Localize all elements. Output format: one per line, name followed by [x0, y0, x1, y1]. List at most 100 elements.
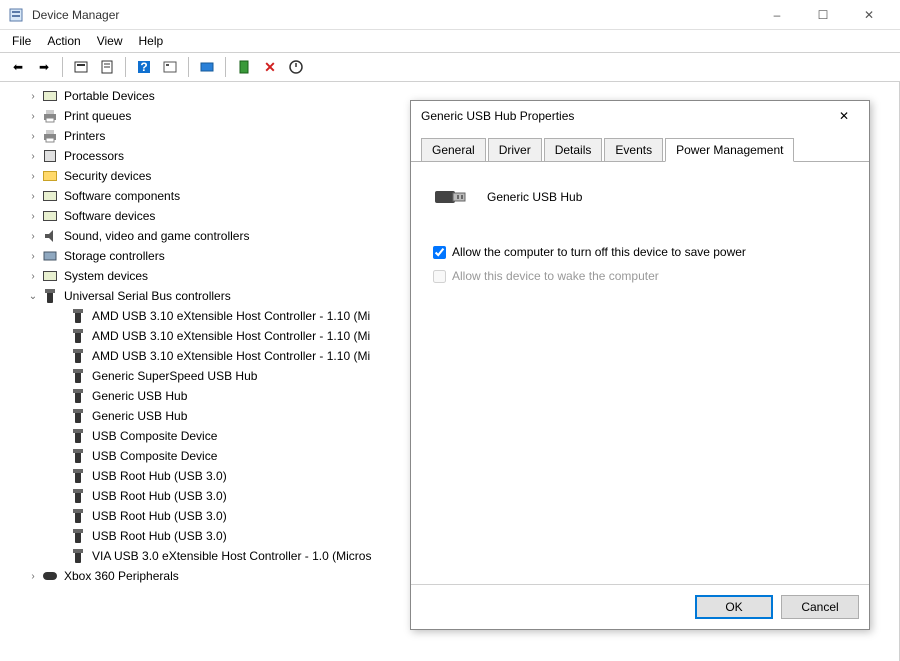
scan-hardware-button[interactable] [195, 55, 219, 79]
expander-icon [54, 469, 68, 483]
dialog-close-button[interactable]: ✕ [829, 101, 859, 131]
usb-icon [70, 428, 86, 444]
tree-item-label: Xbox 360 Peripherals [64, 569, 179, 583]
usb-icon [70, 348, 86, 364]
expander-icon [54, 509, 68, 523]
tree-item-label: AMD USB 3.10 eXtensible Host Controller … [92, 349, 370, 363]
expander-icon[interactable]: › [26, 249, 40, 263]
toolbar-separator [62, 57, 63, 77]
tree-item-label: Generic USB Hub [92, 389, 187, 403]
back-arrow-icon: ⬅ [13, 60, 23, 74]
uninstall-button[interactable]: ✕ [258, 55, 282, 79]
expander-icon[interactable]: › [26, 129, 40, 143]
close-icon: ✕ [839, 109, 849, 123]
usb-icon [70, 368, 86, 384]
checkbox-allow-wake [433, 270, 446, 283]
forward-button[interactable]: ➡ [32, 55, 56, 79]
tree-item-label: USB Root Hub (USB 3.0) [92, 509, 227, 523]
close-icon: ✕ [864, 8, 874, 22]
menu-file[interactable]: File [4, 32, 39, 50]
minimize-button[interactable]: – [754, 0, 800, 30]
action-button[interactable] [158, 55, 182, 79]
dialog-buttons: OK Cancel [411, 584, 869, 629]
tab-details[interactable]: Details [544, 138, 603, 162]
uninstall-x-icon: ✕ [264, 59, 276, 76]
expander-icon [54, 329, 68, 343]
update-driver-button[interactable] [232, 55, 256, 79]
checkbox-allow-wake-label: Allow this device to wake the computer [452, 269, 659, 283]
usb-icon [70, 388, 86, 404]
maximize-button[interactable]: ☐ [800, 0, 846, 30]
menu-help[interactable]: Help [131, 32, 172, 50]
device-name-label: Generic USB Hub [487, 190, 582, 204]
tab-power-management[interactable]: Power Management [665, 138, 794, 162]
tree-item-label: AMD USB 3.10 eXtensible Host Controller … [92, 329, 370, 343]
expander-icon[interactable]: › [26, 149, 40, 163]
usb-icon [70, 548, 86, 564]
expander-icon[interactable]: › [26, 89, 40, 103]
usb-icon [70, 448, 86, 464]
tree-item-label: Printers [64, 129, 105, 143]
device-icon [42, 88, 58, 104]
tree-item-label: Security devices [64, 169, 151, 183]
toolbar-separator [188, 57, 189, 77]
tree-item-label: Universal Serial Bus controllers [64, 289, 231, 303]
usb-icon [70, 528, 86, 544]
tree-item-label: USB Root Hub (USB 3.0) [92, 469, 227, 483]
expander-icon [54, 309, 68, 323]
svg-text:?: ? [140, 60, 147, 74]
tree-item-label: Generic USB Hub [92, 409, 187, 423]
device-icon [42, 188, 58, 204]
expander-icon[interactable]: › [26, 209, 40, 223]
checkbox-allow-turnoff[interactable] [433, 246, 446, 259]
expander-icon[interactable]: ⌄ [26, 289, 40, 303]
tree-item-label: Storage controllers [64, 249, 165, 263]
expander-icon[interactable]: › [26, 169, 40, 183]
ok-button[interactable]: OK [695, 595, 773, 619]
checkbox-allow-turnoff-row[interactable]: Allow the computer to turn off this devi… [433, 245, 847, 259]
usb-icon [70, 468, 86, 484]
window-controls: – ☐ ✕ [754, 0, 892, 30]
show-hidden-button[interactable] [69, 55, 93, 79]
usb-icon [70, 508, 86, 524]
disable-button[interactable] [284, 55, 308, 79]
tree-item-label: Software devices [64, 209, 155, 223]
tree-item-label: System devices [64, 269, 148, 283]
expander-icon[interactable]: › [26, 569, 40, 583]
tree-item-label: USB Composite Device [92, 449, 217, 463]
cancel-button[interactable]: Cancel [781, 595, 859, 619]
tab-general[interactable]: General [421, 138, 486, 162]
properties-button[interactable] [95, 55, 119, 79]
cpu-icon [42, 148, 58, 164]
back-button[interactable]: ⬅ [6, 55, 30, 79]
usb-icon [70, 408, 86, 424]
expander-icon [54, 489, 68, 503]
tab-driver[interactable]: Driver [488, 138, 542, 162]
device-icon [42, 268, 58, 284]
storage-icon [42, 248, 58, 264]
controller-icon [42, 568, 58, 584]
expander-icon[interactable]: › [26, 109, 40, 123]
expander-icon [54, 369, 68, 383]
expander-icon [54, 529, 68, 543]
tree-item-label: AMD USB 3.10 eXtensible Host Controller … [92, 309, 370, 323]
checkbox-allow-turnoff-label: Allow the computer to turn off this devi… [452, 245, 746, 259]
tree-item-label: Portable Devices [64, 89, 155, 103]
expander-icon [54, 549, 68, 563]
usb-icon [70, 488, 86, 504]
menu-view[interactable]: View [89, 32, 131, 50]
window-titlebar: Device Manager – ☐ ✕ [0, 0, 900, 30]
expander-icon[interactable]: › [26, 269, 40, 283]
help-button[interactable]: ? [132, 55, 156, 79]
expander-icon[interactable]: › [26, 229, 40, 243]
forward-arrow-icon: ➡ [39, 60, 49, 74]
menu-action[interactable]: Action [39, 32, 88, 50]
expander-icon[interactable]: › [26, 189, 40, 203]
tree-item-label: Print queues [64, 109, 131, 123]
tab-events[interactable]: Events [604, 138, 663, 162]
minimize-icon: – [774, 8, 781, 22]
expander-icon [54, 349, 68, 363]
window-title: Device Manager [32, 8, 754, 22]
tab-power-management-body: Generic USB Hub Allow the computer to tu… [411, 161, 869, 584]
close-button[interactable]: ✕ [846, 0, 892, 30]
